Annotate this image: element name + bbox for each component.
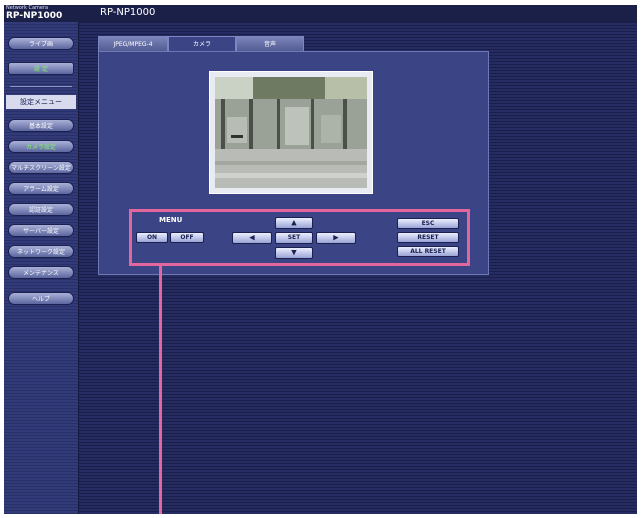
menu-on-button[interactable]: ON xyxy=(136,232,168,243)
reset-button[interactable]: RESET xyxy=(397,232,459,243)
brand-logo: Network Camera RP-NP1000 xyxy=(6,5,62,21)
live-button[interactable]: ライブ画 xyxy=(8,37,74,50)
brand-model-text: RP-NP1000 xyxy=(6,11,63,21)
down-button[interactable]: ▼ xyxy=(275,247,313,259)
sidebar-divider xyxy=(10,86,72,87)
callout-pointer-line xyxy=(159,266,162,514)
sidebar-item-network[interactable]: ネットワーク設定 xyxy=(8,245,74,258)
sidebar-item-server[interactable]: サーバー設定 xyxy=(8,224,74,237)
sidebar-item-alarm[interactable]: アラーム設定 xyxy=(8,182,74,195)
camera-preview xyxy=(209,71,373,194)
tab-audio[interactable]: 音声 xyxy=(236,36,304,51)
sidebar-item-multiscreen[interactable]: マルチスクリーン設定 xyxy=(8,161,74,174)
menu-label: MENU xyxy=(159,216,183,224)
right-arrow-icon: ▶ xyxy=(333,233,339,242)
left-button[interactable]: ◀ xyxy=(232,232,272,244)
tab-jpeg-mpeg4[interactable]: JPEG/MPEG-4 xyxy=(98,36,168,51)
help-button[interactable]: ヘルプ xyxy=(8,292,74,305)
page-title: RP-NP1000 xyxy=(100,7,156,18)
up-arrow-icon: ▲ xyxy=(291,218,297,227)
up-button[interactable]: ▲ xyxy=(275,217,313,229)
sidebar-item-auth[interactable]: 認証設定 xyxy=(8,203,74,216)
sidebar: ライブ画 設 定 設定メニュー 基本設定 カメラ設定 マルチスクリーン設定 アラ… xyxy=(4,22,79,514)
sidebar-item-maintenance[interactable]: メンテナンス xyxy=(8,266,74,279)
left-arrow-icon: ◀ xyxy=(249,233,255,242)
camera-image xyxy=(215,77,367,188)
setup-button[interactable]: 設 定 xyxy=(8,62,74,75)
settings-menu-title: 設定メニュー xyxy=(6,95,76,109)
right-button[interactable]: ▶ xyxy=(316,232,356,244)
menu-off-button[interactable]: OFF xyxy=(170,232,204,243)
header-bar: Network Camera RP-NP1000 RP-NP1000 xyxy=(4,5,637,22)
sidebar-item-camera[interactable]: カメラ設定 xyxy=(8,140,74,153)
down-arrow-icon: ▼ xyxy=(291,248,297,257)
all-reset-button[interactable]: ALL RESET xyxy=(397,246,459,257)
tab-camera[interactable]: カメラ xyxy=(168,36,236,51)
esc-button[interactable]: ESC xyxy=(397,218,459,229)
set-button[interactable]: SET xyxy=(275,232,313,244)
sidebar-item-basic[interactable]: 基本設定 xyxy=(8,119,74,132)
